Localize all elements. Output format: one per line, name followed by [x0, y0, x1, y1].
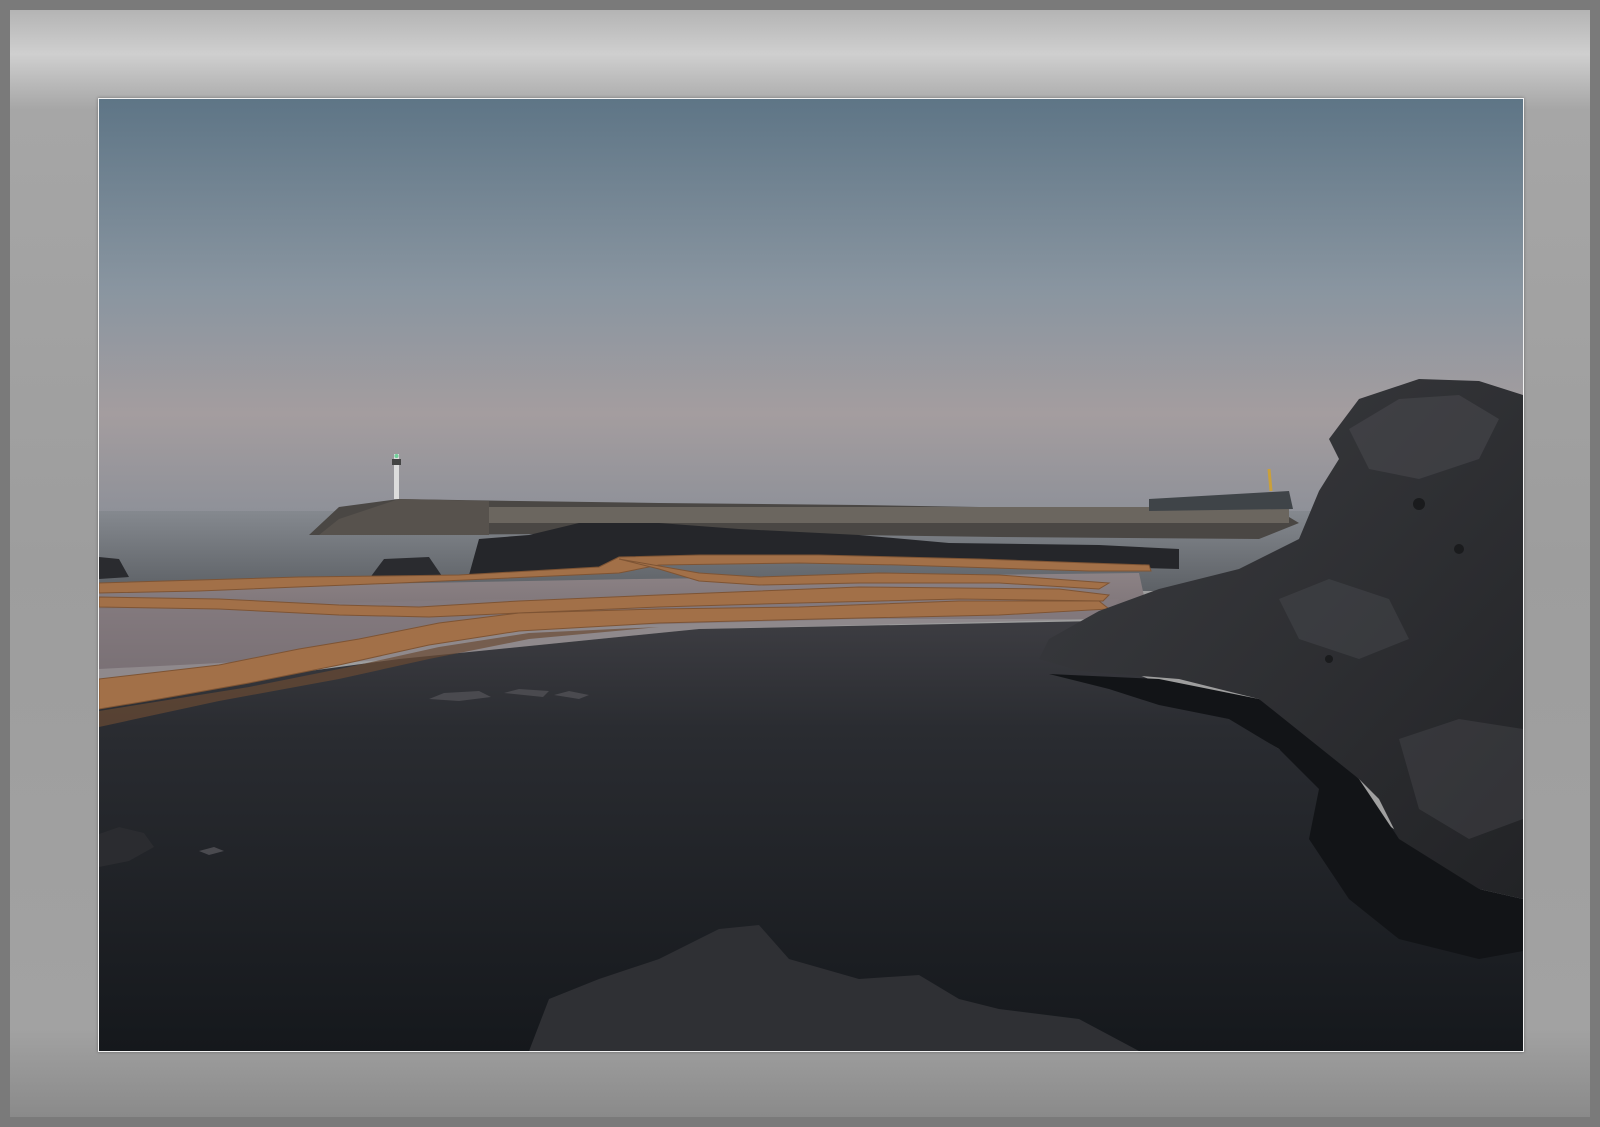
photo-border: [98, 98, 1524, 1052]
photo-frame: [0, 0, 1600, 1127]
landscape-photo: [99, 99, 1523, 1051]
sky: [99, 99, 1523, 519]
